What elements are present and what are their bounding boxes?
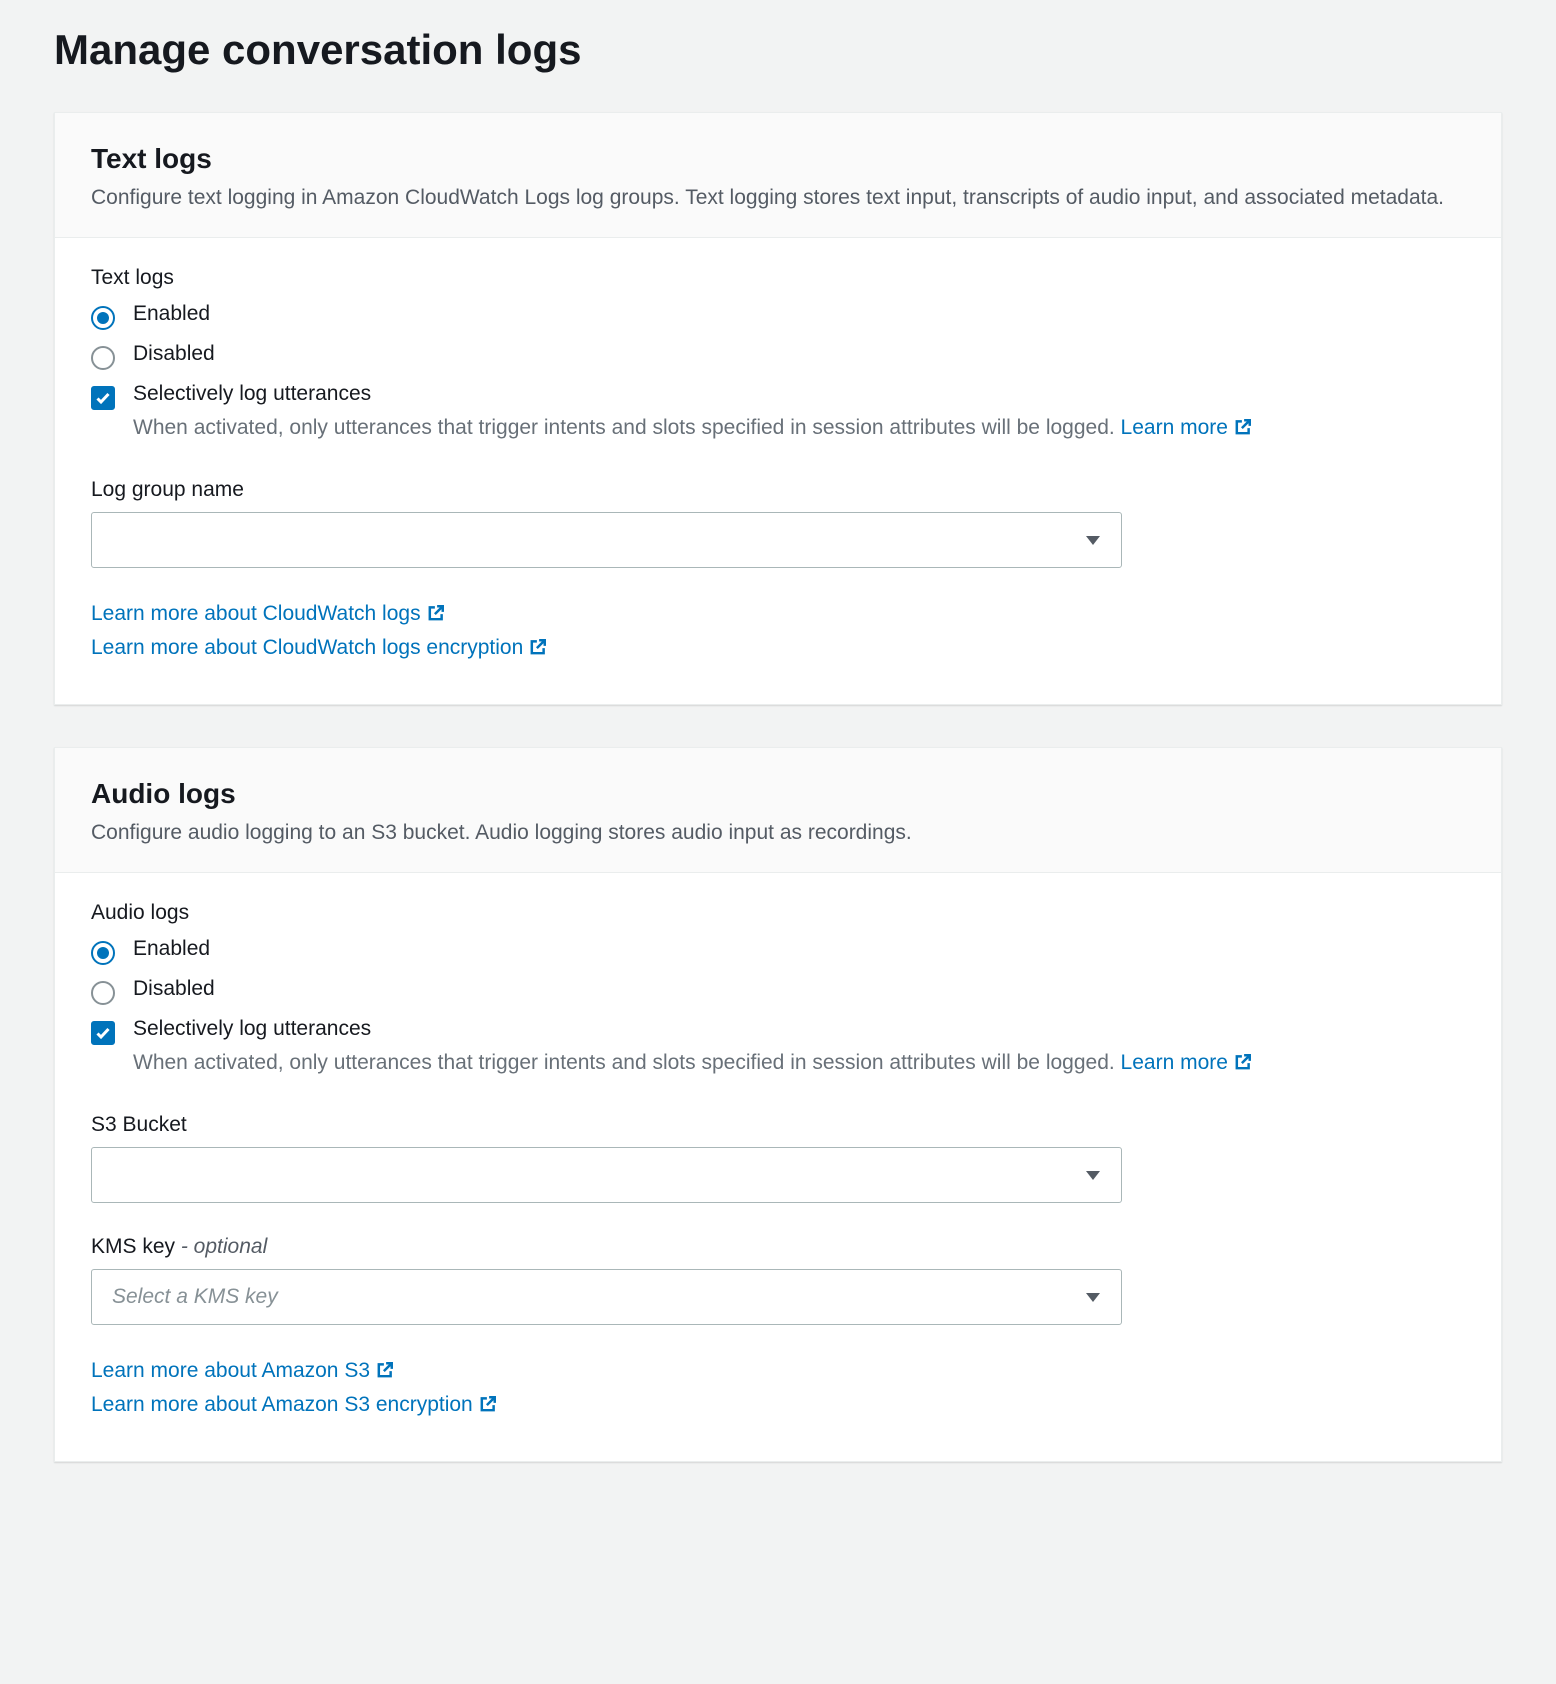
text-logs-selective-desc: When activated, only utterances that tri… — [133, 412, 1465, 446]
audio-logs-description: Configure audio logging to an S3 bucket.… — [91, 818, 1465, 848]
external-link-icon — [529, 638, 547, 662]
text-logs-description: Configure text logging in Amazon CloudWa… — [91, 183, 1465, 213]
learn-more-cloudwatch-encryption-link[interactable]: Learn more about CloudWatch logs encrypt… — [91, 636, 547, 659]
kms-key-select[interactable]: Select a KMS key — [91, 1269, 1122, 1325]
external-link-icon — [479, 1395, 497, 1419]
text-logs-group-label: Text logs — [91, 266, 1465, 290]
text-logs-selective-learn-more-text: Learn more — [1121, 416, 1228, 439]
checkmark-icon — [95, 1025, 111, 1041]
audio-logs-selective-learn-more-text: Learn more — [1121, 1051, 1228, 1074]
audio-logs-disabled-label: Disabled — [133, 977, 215, 1001]
text-logs-selective-label: Selectively log utterances — [133, 382, 1465, 406]
audio-logs-enabled-label: Enabled — [133, 937, 210, 961]
audio-logs-selective-learn-more-link[interactable]: Learn more — [1121, 1051, 1252, 1074]
kms-key-label-main: KMS key — [91, 1235, 181, 1258]
checkmark-icon — [95, 390, 111, 406]
s3-bucket-select[interactable] — [91, 1147, 1122, 1203]
text-logs-selective-desc-text: When activated, only utterances that tri… — [133, 416, 1121, 439]
audio-logs-group-label: Audio logs — [91, 901, 1465, 925]
audio-logs-selective-checkbox[interactable] — [91, 1021, 115, 1045]
learn-more-amazon-s3-encryption-link[interactable]: Learn more about Amazon S3 encryption — [91, 1393, 497, 1416]
audio-logs-disabled-radio[interactable] — [91, 981, 115, 1005]
external-link-icon — [376, 1361, 394, 1385]
caret-down-icon — [1085, 1285, 1101, 1309]
audio-logs-enabled-radio[interactable] — [91, 941, 115, 965]
audio-logs-selective-label: Selectively log utterances — [133, 1017, 1465, 1041]
audio-logs-heading: Audio logs — [91, 778, 1465, 810]
text-logs-selective-learn-more-link[interactable]: Learn more — [1121, 416, 1252, 439]
text-logs-panel: Text logs Configure text logging in Amaz… — [54, 112, 1502, 705]
learn-more-amazon-s3-link[interactable]: Learn more about Amazon S3 — [91, 1359, 394, 1382]
learn-more-cloudwatch-encryption-text: Learn more about CloudWatch logs encrypt… — [91, 636, 523, 659]
text-logs-disabled-radio[interactable] — [91, 346, 115, 370]
external-link-icon — [427, 604, 445, 628]
learn-more-cloudwatch-logs-link[interactable]: Learn more about CloudWatch logs — [91, 602, 445, 625]
caret-down-icon — [1085, 1163, 1101, 1187]
audio-logs-selective-desc-text: When activated, only utterances that tri… — [133, 1051, 1121, 1074]
log-group-name-select[interactable] — [91, 512, 1122, 568]
kms-key-placeholder: Select a KMS key — [112, 1285, 278, 1309]
text-logs-disabled-label: Disabled — [133, 342, 215, 366]
caret-down-icon — [1085, 528, 1101, 552]
learn-more-cloudwatch-logs-text: Learn more about CloudWatch logs — [91, 602, 421, 625]
text-logs-heading: Text logs — [91, 143, 1465, 175]
page-title: Manage conversation logs — [54, 26, 1502, 74]
kms-key-label: KMS key - optional — [91, 1235, 1465, 1259]
learn-more-amazon-s3-text: Learn more about Amazon S3 — [91, 1359, 370, 1382]
text-logs-enabled-radio[interactable] — [91, 306, 115, 330]
learn-more-amazon-s3-encryption-text: Learn more about Amazon S3 encryption — [91, 1393, 473, 1416]
s3-bucket-label: S3 Bucket — [91, 1113, 1465, 1137]
audio-logs-selective-desc: When activated, only utterances that tri… — [133, 1047, 1465, 1081]
text-logs-header: Text logs Configure text logging in Amaz… — [55, 113, 1501, 238]
text-logs-selective-checkbox[interactable] — [91, 386, 115, 410]
text-logs-enabled-label: Enabled — [133, 302, 210, 326]
external-link-icon — [1234, 414, 1252, 446]
audio-logs-header: Audio logs Configure audio logging to an… — [55, 748, 1501, 873]
kms-key-label-optional: - optional — [181, 1235, 267, 1258]
audio-logs-panel: Audio logs Configure audio logging to an… — [54, 747, 1502, 1462]
log-group-name-label: Log group name — [91, 478, 1465, 502]
external-link-icon — [1234, 1049, 1252, 1081]
